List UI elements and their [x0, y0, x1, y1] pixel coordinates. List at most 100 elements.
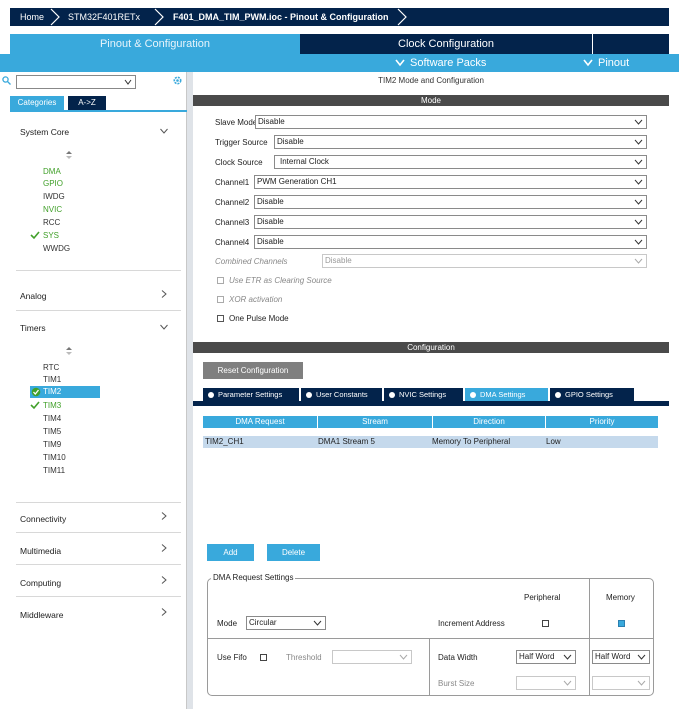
section-timers[interactable]: Timers	[20, 323, 46, 333]
tab-nvic-settings[interactable]: NVIC Settings	[384, 388, 463, 401]
channel3-select[interactable]: Disable	[254, 215, 647, 229]
data-width-peripheral-select[interactable]: Half Word	[516, 650, 576, 664]
one-pulse-label: One Pulse Mode	[229, 314, 289, 323]
chevron-down-icon[interactable]	[160, 127, 168, 135]
combined-channels-select[interactable]: Disable	[322, 254, 647, 268]
chevron-right-icon[interactable]	[160, 290, 168, 298]
list-item-tim9[interactable]: TIM9	[43, 440, 61, 449]
table-row[interactable]	[203, 436, 658, 448]
tab-parameter-settings[interactable]: Parameter Settings	[203, 388, 299, 401]
data-width-memory-value: Half Word	[595, 652, 631, 661]
list-item-rcc[interactable]: RCC	[43, 218, 60, 227]
breadcrumb-project[interactable]: F401_DMA_TIM_PWM.ioc - Pinout & Configur…	[173, 8, 389, 26]
sort-icon[interactable]	[65, 347, 73, 355]
sub-tabs: Software Packs Pinout	[0, 54, 679, 72]
section-connectivity[interactable]: Connectivity	[20, 514, 66, 524]
burst-size-peripheral-select[interactable]	[516, 676, 576, 690]
column-header-priority[interactable]: Priority	[546, 416, 658, 428]
section-divider	[16, 596, 181, 597]
sort-icon[interactable]	[65, 151, 73, 159]
column-header-dma-request[interactable]: DMA Request	[203, 416, 317, 428]
chevron-down-icon	[634, 159, 643, 165]
chevron-down-icon	[634, 239, 643, 245]
list-item-tim11[interactable]: TIM11	[43, 466, 65, 475]
list-item-tim3[interactable]: TIM3	[43, 401, 61, 410]
channel1-select[interactable]: PWM Generation CH1	[254, 175, 647, 189]
delete-button[interactable]: Delete	[267, 544, 320, 561]
increment-peripheral-checkbox[interactable]	[542, 620, 549, 627]
breadcrumb-bar: Home STM32F401RETx F401_DMA_TIM_PWM.ioc …	[10, 8, 669, 26]
config-tabs-underline	[193, 401, 669, 406]
chevron-down-icon	[634, 119, 643, 125]
slave-mode-select[interactable]: Disable	[255, 115, 647, 129]
list-item-dma[interactable]: DMA	[43, 167, 61, 176]
channel2-select[interactable]: Disable	[254, 195, 647, 209]
xor-checkbox[interactable]	[217, 296, 224, 303]
channel4-select[interactable]: Disable	[254, 235, 647, 249]
chevron-down-icon	[634, 179, 643, 185]
threshold-select[interactable]	[332, 650, 412, 664]
chevron-down-icon[interactable]	[160, 323, 168, 331]
one-pulse-checkbox[interactable]	[217, 315, 224, 322]
breadcrumb-home[interactable]: Home	[20, 8, 44, 26]
breadcrumb-device[interactable]: STM32F401RETx	[68, 8, 140, 26]
software-packs-menu[interactable]: Software Packs	[410, 54, 486, 72]
increment-memory-checkbox[interactable]	[618, 620, 625, 627]
tab-pinout-configuration[interactable]: Pinout & Configuration	[10, 34, 300, 54]
use-etr-checkbox[interactable]	[217, 277, 224, 284]
tab-a-z[interactable]: A->Z	[68, 96, 106, 110]
tab-categories[interactable]: Categories	[10, 96, 64, 110]
section-system-core[interactable]: System Core	[20, 127, 69, 137]
list-item-tim10[interactable]: TIM10	[43, 453, 66, 462]
chevron-right-icon[interactable]	[160, 576, 168, 584]
use-fifo-label: Use Fifo	[217, 653, 247, 662]
section-middleware[interactable]: Middleware	[20, 610, 63, 620]
add-button[interactable]: Add	[207, 544, 254, 561]
list-item-tim5[interactable]: TIM5	[43, 427, 61, 436]
combined-channels-value: Disable	[325, 256, 352, 265]
data-width-memory-select[interactable]: Half Word	[592, 650, 650, 664]
burst-size-memory-select[interactable]	[592, 676, 650, 690]
use-fifo-checkbox[interactable]	[260, 654, 267, 661]
list-item-iwdg[interactable]: IWDG	[43, 192, 65, 201]
chevron-down-icon	[399, 654, 408, 660]
list-item-wwdg[interactable]: WWDG	[43, 244, 70, 253]
list-item-sys[interactable]: SYS	[43, 231, 59, 240]
list-item-tim4[interactable]: TIM4	[43, 414, 61, 423]
chevron-right-icon[interactable]	[160, 512, 168, 520]
section-divider	[16, 310, 181, 311]
tab-clock-configuration[interactable]: Clock Configuration	[300, 34, 592, 54]
list-item-nvic[interactable]: NVIC	[43, 205, 62, 214]
tab-user-constants[interactable]: User Constants	[301, 388, 382, 401]
reset-configuration-button[interactable]: Reset Configuration	[203, 362, 303, 379]
gear-icon[interactable]	[172, 75, 183, 86]
clock-source-select[interactable]: Internal Clock	[274, 155, 647, 169]
chevron-right-icon[interactable]	[160, 608, 168, 616]
window-edge	[669, 72, 679, 709]
check-circle-icon	[31, 387, 41, 397]
mode-header: Mode	[193, 95, 669, 106]
chevron-down-icon[interactable]	[124, 79, 132, 86]
list-item-rtc[interactable]: RTC	[43, 363, 59, 372]
chevron-right-icon[interactable]	[160, 544, 168, 552]
section-analog[interactable]: Analog	[20, 291, 46, 301]
tab-gpio-settings[interactable]: GPIO Settings	[550, 388, 634, 401]
list-item-gpio[interactable]: GPIO	[43, 179, 63, 188]
mode-value: Circular	[249, 618, 277, 627]
pinout-menu[interactable]: Pinout	[598, 54, 629, 72]
tab-extra[interactable]	[593, 34, 669, 54]
dot-icon	[306, 392, 312, 398]
tab-dma-settings[interactable]: DMA Settings	[465, 388, 548, 401]
section-computing[interactable]: Computing	[20, 578, 61, 588]
tab-label: NVIC Settings	[399, 390, 447, 399]
section-multimedia[interactable]: Multimedia	[20, 546, 61, 556]
column-header-direction[interactable]: Direction	[433, 416, 545, 428]
mode-label: Mode	[217, 619, 238, 628]
mode-select[interactable]: Circular	[246, 616, 326, 630]
trigger-source-select[interactable]: Disable	[274, 135, 647, 149]
list-item-tim1[interactable]: TIM1	[43, 375, 61, 384]
threshold-label: Threshold	[286, 653, 322, 662]
column-header-stream[interactable]: Stream	[318, 416, 432, 428]
breadcrumb-chevron-icon	[154, 8, 164, 26]
search-input[interactable]	[16, 75, 136, 89]
